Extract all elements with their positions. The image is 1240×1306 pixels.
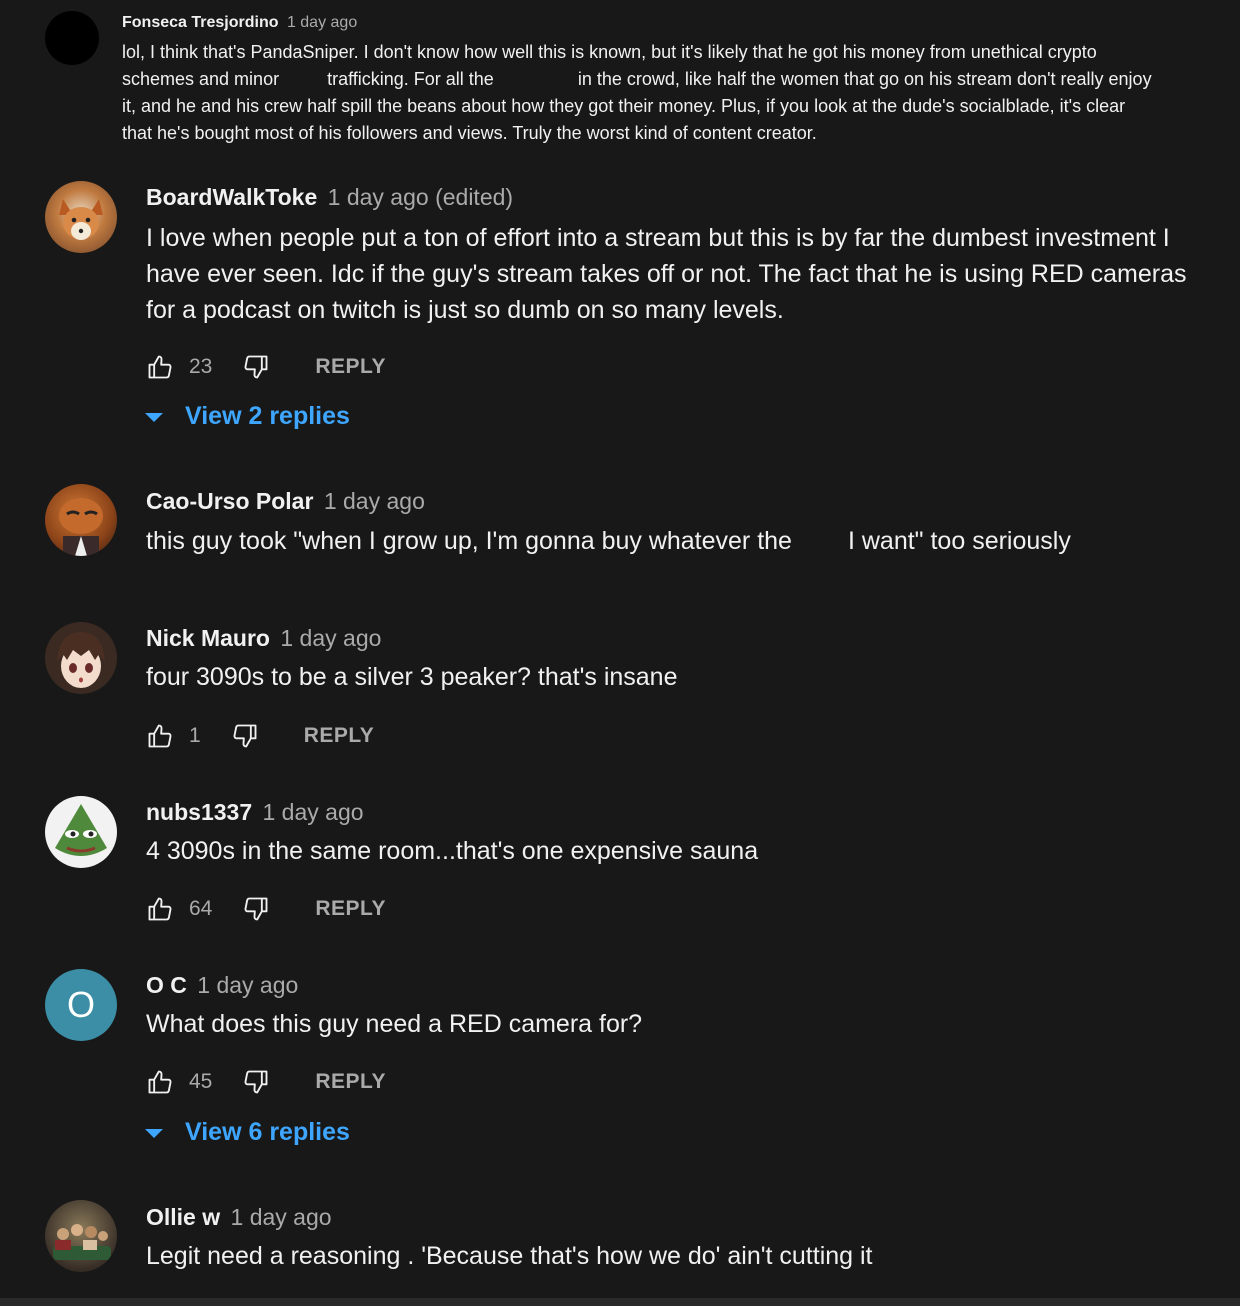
comment-body: nubs1337 1 day ago 4 3090s in the same r… (146, 796, 758, 869)
avatar[interactable] (45, 796, 117, 868)
comment-body: Fonseca Tresjordino 1 day ago lol, I thi… (122, 12, 1222, 147)
author-name[interactable]: nubs1337 (146, 799, 252, 825)
comment-text: 4 3090s in the same room...that's one ex… (146, 837, 759, 865)
comment-body: Ollie w 1 day ago Legit need a reasoning… (146, 1201, 873, 1274)
timestamp[interactable]: 1 day ago (280, 625, 381, 651)
comment-actions: 23 REPLY (146, 352, 386, 382)
comment-text: lol, I think that's PandaSniper. I don't… (122, 39, 1222, 147)
bottom-divider (0, 1298, 1240, 1306)
comment-fragment: schemes and minor (122, 69, 280, 89)
avatar-letter: O (66, 984, 95, 1025)
thumbs-down-icon (233, 724, 257, 748)
comment-text: I love when people put a ton of effort i… (146, 220, 1226, 328)
comment-fragment: this guy took "when I grow up, I'm gonna… (146, 527, 792, 555)
comment-header: BoardWalkToke 1 day ago (edited) (146, 181, 1226, 213)
thumbs-up-icon (148, 355, 172, 379)
dislike-button[interactable] (231, 722, 259, 750)
comment-header: Fonseca Tresjordino 1 day ago (122, 12, 1222, 34)
comment-line: it, and he and his crew half spill the b… (122, 96, 1126, 116)
dislike-button[interactable] (242, 1068, 270, 1096)
comment-text: Legit need a reasoning . 'Because that's… (146, 1242, 873, 1270)
timestamp[interactable]: 1 day ago (231, 1204, 332, 1230)
comment-line: have ever seen. Idc if the guy's stream … (146, 260, 1187, 288)
comment-line: I love when people put a ton of effort i… (146, 224, 1170, 252)
dislike-button[interactable] (242, 353, 270, 381)
like-button[interactable] (146, 722, 174, 750)
reply-button[interactable]: REPLY (315, 355, 386, 379)
comment-actions: 45 REPLY (146, 1067, 386, 1097)
timestamp[interactable]: 1 day ago (324, 488, 425, 514)
reply-button[interactable]: REPLY (315, 897, 386, 921)
thumbs-up-icon (148, 724, 172, 748)
author-name[interactable]: Cao-Urso Polar (146, 488, 313, 514)
thumbs-down-icon (244, 355, 268, 379)
like-button[interactable] (146, 353, 174, 381)
comment-text: What does this guy need a RED camera for… (146, 1010, 643, 1038)
avatar[interactable] (45, 11, 99, 65)
avatar[interactable] (45, 181, 117, 253)
fox-avatar-image (59, 199, 103, 240)
comment-text: four 3090s to be a silver 3 peaker? that… (146, 663, 678, 691)
timestamp[interactable]: 1 day ago (263, 799, 364, 825)
avatar[interactable] (45, 1200, 117, 1272)
author-name[interactable]: Ollie w (146, 1204, 220, 1230)
dislike-button[interactable] (242, 895, 270, 923)
thumbs-down-icon (244, 1070, 268, 1094)
comment-actions: 1 REPLY (146, 721, 374, 751)
thumbs-up-icon (148, 1070, 172, 1094)
like-count: 1 (189, 724, 201, 747)
reply-button[interactable]: REPLY (304, 724, 375, 748)
author-name[interactable]: Nick Mauro (146, 625, 270, 651)
like-count: 23 (189, 355, 213, 378)
anime-avatar-image (57, 632, 105, 688)
comment-header: nubs1337 1 day ago (146, 796, 758, 828)
timestamp[interactable]: 1 day ago (197, 972, 298, 998)
thumbs-down-icon (244, 897, 268, 921)
caret-down-icon (145, 412, 163, 422)
like-button[interactable] (146, 1068, 174, 1096)
author-name[interactable]: BoardWalkToke (146, 184, 317, 210)
character-avatar-image (59, 498, 103, 556)
timestamp[interactable]: 1 day ago (287, 14, 357, 31)
comment-header: Ollie w 1 day ago (146, 1201, 873, 1233)
comment-fragment: trafficking. For all the (327, 69, 494, 89)
view-replies-label: View 2 replies (185, 402, 350, 430)
comment-body: O C 1 day ago What does this guy need a … (146, 969, 642, 1042)
like-button[interactable] (146, 895, 174, 923)
author-name[interactable]: O C (146, 972, 187, 998)
comment-body: Cao-Urso Polar 1 day ago this guy took "… (146, 485, 1071, 559)
view-replies-button[interactable]: View 2 replies (144, 402, 350, 431)
avatar[interactable] (45, 484, 117, 556)
comment-fragment: I want" too seriously (847, 527, 1071, 555)
reply-button[interactable]: REPLY (315, 1070, 386, 1094)
comment-header: Cao-Urso Polar 1 day ago (146, 485, 1071, 517)
group-photo-avatar-image (53, 1224, 111, 1260)
author-name[interactable]: Fonseca Tresjordino (122, 14, 278, 31)
comment-line: for a podcast on twitch is just so dumb … (146, 296, 784, 324)
view-replies-button[interactable]: View 6 replies (144, 1118, 350, 1147)
view-replies-label: View 6 replies (185, 1118, 350, 1146)
comment-line: lol, I think that's PandaSniper. I don't… (122, 42, 1097, 62)
like-count: 45 (189, 1070, 213, 1093)
like-count: 64 (189, 897, 213, 920)
comment-actions: 64 REPLY (146, 894, 386, 924)
comment-fragment: in the crowd, like half the women that g… (577, 69, 1152, 89)
comment-line: schemes and minor trafficking. For all th… (122, 66, 1222, 93)
comment-header: Nick Mauro 1 day ago (146, 622, 678, 654)
frog-avatar-image (55, 804, 107, 856)
caret-down-icon (145, 1128, 163, 1138)
avatar[interactable] (45, 622, 117, 694)
comment-body: BoardWalkToke 1 day ago (edited) I love … (146, 181, 1226, 328)
thumbs-up-icon (148, 897, 172, 921)
timestamp[interactable]: 1 day ago (edited) (328, 184, 513, 210)
comment-body: Nick Mauro 1 day ago four 3090s to be a … (146, 622, 678, 695)
comment-text: this guy took "when I grow up, I'm gonna… (146, 523, 1071, 559)
avatar[interactable]: O (45, 969, 117, 1041)
comment-header: O C 1 day ago (146, 969, 642, 1001)
comment-line: that he's bought most of his followers a… (122, 123, 817, 143)
